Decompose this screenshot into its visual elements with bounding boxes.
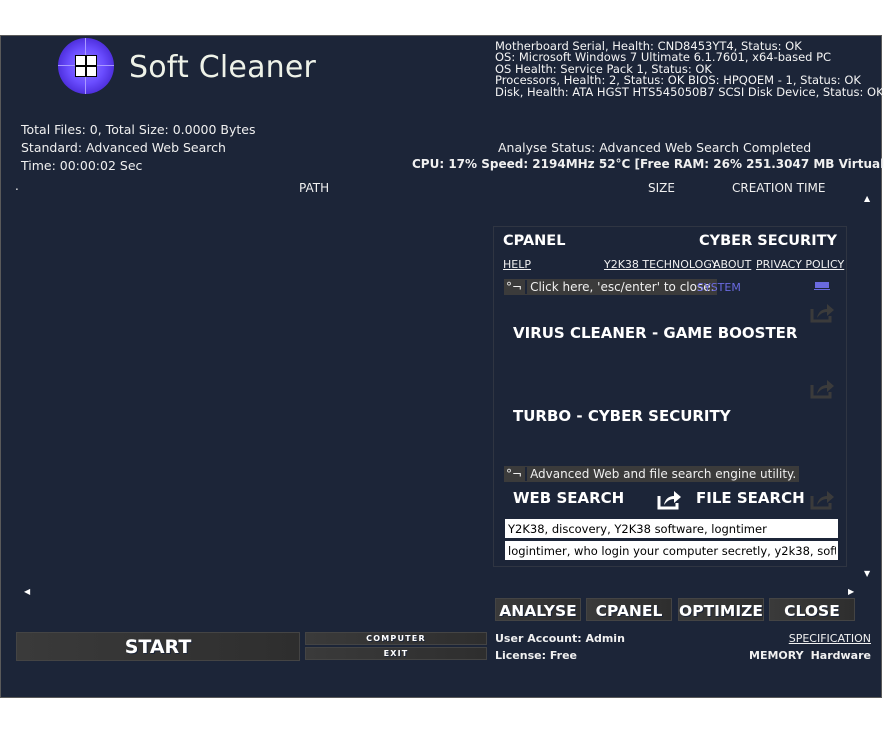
turbo-cyber-security-button[interactable]: TURBO - CYBER SECURITY [513,407,731,425]
search-note: °¬ Advanced Web and file search engine ut… [504,466,800,482]
app-window: Soft Cleaner Total Files: 0, Total Size:… [0,35,884,698]
time-text: Time: 00:00:02 Sec [21,158,143,173]
help-link[interactable]: HELP [503,258,531,271]
start-button[interactable]: START [16,632,300,661]
privacy-policy-link[interactable]: PRIVACY POLICY [756,258,844,271]
file-search-button[interactable]: FILE SEARCH [696,489,805,507]
note-symbol: °¬ [506,280,528,294]
column-header-path[interactable]: PATH [299,181,329,195]
keywords-input-2[interactable] [505,541,838,560]
keywords-input-1[interactable] [505,519,838,538]
column-header-size[interactable]: SIZE [648,181,675,195]
monitor-icon[interactable] [814,282,830,291]
system-info: Motherboard Serial, Health: CND8453YT4, … [495,40,884,99]
share-icon[interactable] [809,488,835,510]
standard-text: Standard: Advanced Web Search [21,140,226,155]
share-icon[interactable] [809,301,835,323]
close-note-text: Click here, 'esc/enter' to close. [530,280,715,294]
note-symbol: °¬ [506,467,528,481]
virus-cleaner-game-booster-button[interactable]: VIRUS CLEANER - GAME BOOSTER [513,324,797,342]
optimize-button[interactable]: OPTIMIZE [678,598,764,621]
scroll-up-arrow-icon[interactable]: ▲ [864,194,870,203]
license-text: License: Free [495,649,577,662]
column-marker: . [15,179,19,193]
analyse-button[interactable]: ANALYSE [495,598,581,621]
scroll-down-arrow-icon[interactable]: ▼ [864,569,870,578]
cpanel-button[interactable]: CPANEL [586,598,672,621]
share-icon[interactable] [656,488,682,510]
windows-logo-icon [58,38,114,94]
system-link[interactable]: SYSTEM [697,281,741,294]
column-header-creation-time[interactable]: CREATION TIME [732,181,826,195]
cpu-status: CPU: 17% Speed: 2194MHz 52°C [Free RAM: … [412,157,884,171]
cpanel-overlay: CPANEL CYBER SECURITY HELP Y2K38 TECHNOL… [493,226,847,567]
total-files-text: Total Files: 0, Total Size: 0.0000 Bytes [21,122,256,137]
y2k38-technology-link[interactable]: Y2K38 TECHNOLOGY [604,258,718,271]
exit-button[interactable]: EXIT [305,647,487,660]
search-note-text: Advanced Web and file search engine util… [530,467,797,481]
scroll-left-arrow-icon[interactable]: ◀ [24,587,30,596]
about-link[interactable]: ABOUT [713,258,751,271]
specification-link[interactable]: SPECIFICATION [789,632,871,645]
hardware-link[interactable]: Hardware [811,649,871,662]
close-note[interactable]: °¬ Click here, 'esc/enter' to close. [504,279,718,295]
scroll-right-arrow-icon[interactable]: ▶ [848,587,854,596]
app-title: Soft Cleaner [129,50,317,85]
share-icon[interactable] [809,377,835,399]
cpanel-title: CPANEL [503,233,566,249]
memory-link[interactable]: MEMORY [749,649,804,662]
user-account-text: User Account: Admin [495,632,625,645]
cyber-security-title: CYBER SECURITY [698,233,837,249]
system-info-line: Disk, Health: ATA HGST HTS545050B7 SCSI … [495,84,884,99]
web-search-button[interactable]: WEB SEARCH [513,489,624,507]
computer-button[interactable]: COMPUTER [305,632,487,645]
analyse-status: Analyse Status: Advanced Web Search Comp… [498,140,812,155]
close-button[interactable]: CLOSE [769,598,855,621]
